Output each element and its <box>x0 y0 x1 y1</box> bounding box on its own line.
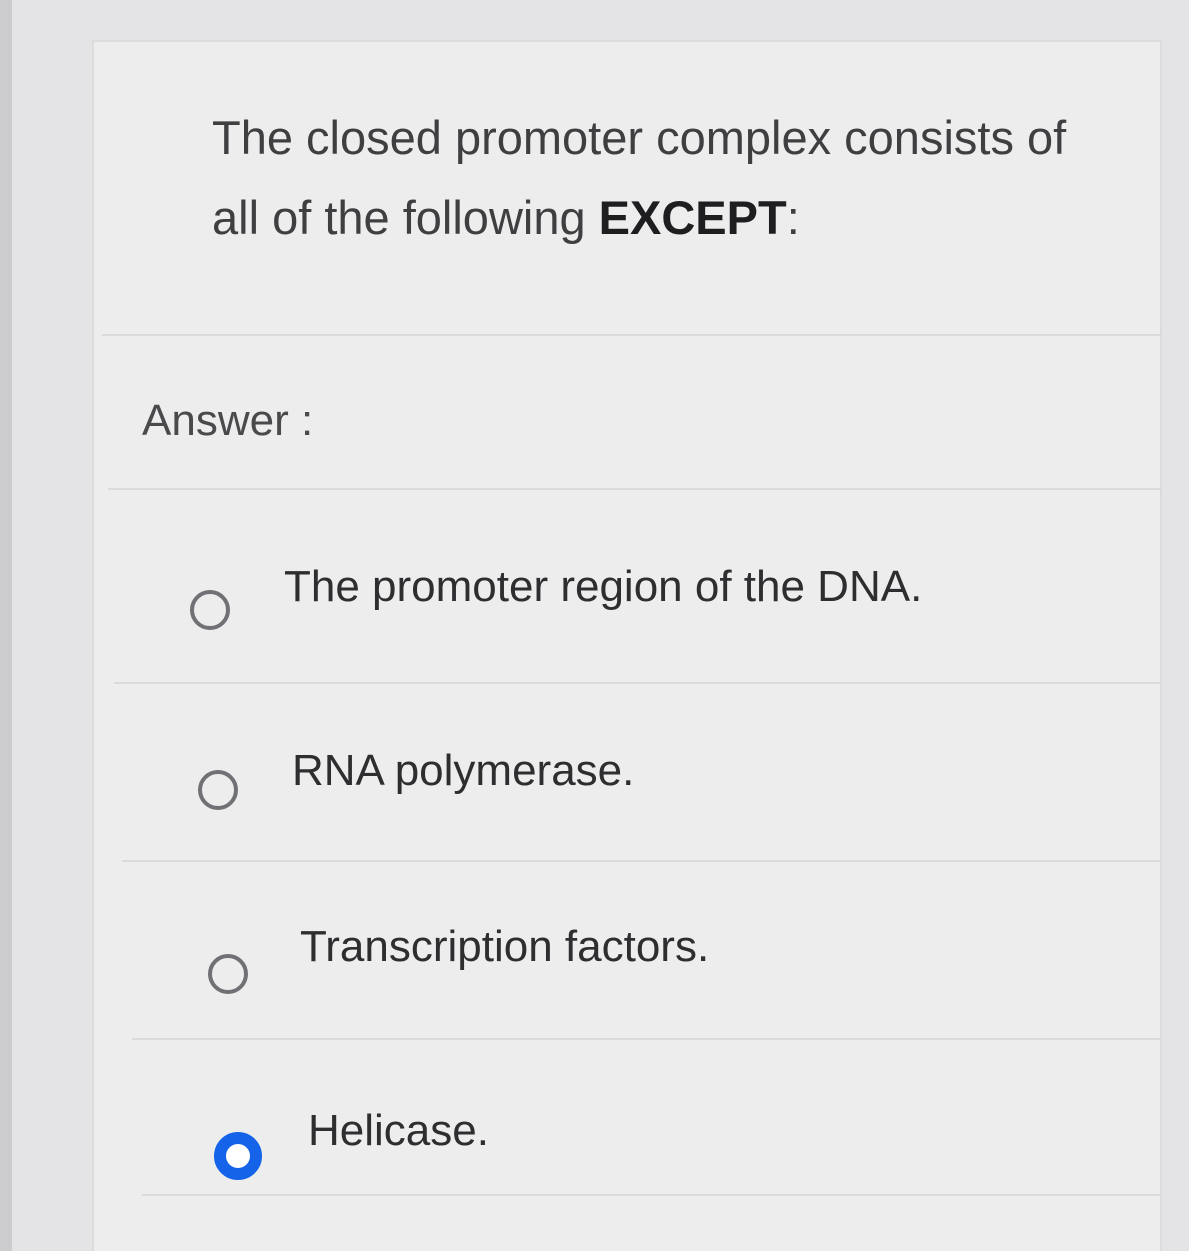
question-emphasis: EXCEPT <box>598 191 787 244</box>
option-label-2[interactable]: RNA polymerase. <box>292 746 634 796</box>
radio-button-2[interactable] <box>198 770 238 810</box>
radio-button-3[interactable] <box>208 954 248 994</box>
option-label-3[interactable]: Transcription factors. <box>300 922 709 972</box>
divider-question <box>102 334 1162 336</box>
option-row-4[interactable]: Helicase. <box>94 1040 1160 1220</box>
screen-edge <box>0 0 12 1251</box>
option-row-3[interactable]: Transcription factors. <box>94 862 1160 1042</box>
radio-button-4-selected[interactable] <box>214 1132 262 1180</box>
question-text: The closed promoter complex consists of … <box>212 98 1112 258</box>
radio-button-1[interactable] <box>190 590 230 630</box>
option-label-4[interactable]: Helicase. <box>308 1106 489 1156</box>
option-row-2[interactable]: RNA polymerase. <box>94 684 1160 864</box>
option-label-1[interactable]: The promoter region of the DNA. <box>284 562 922 612</box>
answer-label: Answer : <box>142 396 314 445</box>
question-card: The closed promoter complex consists of … <box>92 40 1162 1251</box>
question-suffix: : <box>786 191 800 244</box>
option-row-1[interactable]: The promoter region of the DNA. <box>94 490 1160 670</box>
divider-option-4 <box>142 1194 1160 1196</box>
